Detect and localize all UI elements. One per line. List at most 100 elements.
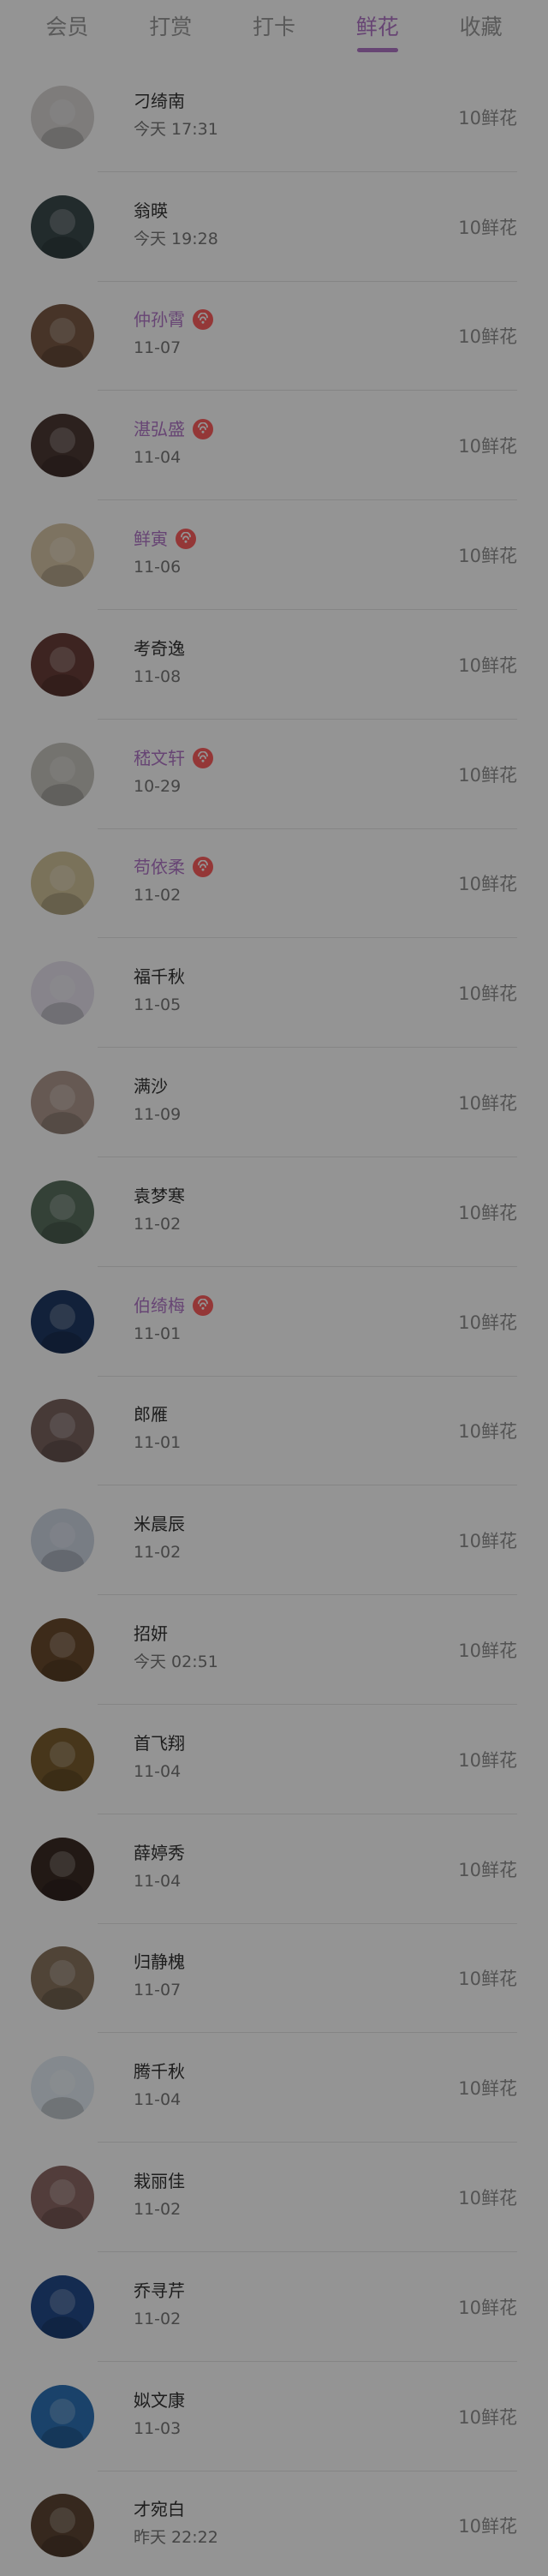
- avatar[interactable]: [31, 85, 94, 149]
- entry-time: 11-07: [134, 338, 182, 358]
- entry-name-line: 栽丽佳: [134, 2171, 185, 2191]
- list-item[interactable]: 翁暎 今天 19:28 10鲜花: [0, 172, 548, 282]
- list-item[interactable]: 归静槐 11-07 10鲜花: [0, 1924, 548, 2034]
- entry-name-line: 归静槐: [134, 1951, 185, 1972]
- entry-time: 11-07: [134, 1981, 182, 2000]
- entry-meta: 福千秋 11-05: [134, 961, 450, 1025]
- flower-amount: 10鲜花: [458, 1969, 517, 1990]
- entry-meta: 才宛白 昨天 22:22: [134, 2494, 450, 2557]
- tab-favorites[interactable]: 收藏: [453, 11, 509, 44]
- entry-meta: 袁梦寒 11-02: [134, 1180, 450, 1244]
- list-item[interactable]: 福千秋 11-05 10鲜花: [0, 938, 548, 1048]
- avatar[interactable]: [31, 523, 94, 588]
- entry-meta: 鲜寅 11-06: [134, 523, 450, 587]
- avatar[interactable]: [31, 2166, 94, 2230]
- flower-amount: 10鲜花: [458, 2516, 517, 2537]
- list-item[interactable]: 首飞翔 11-04 10鲜花: [0, 1705, 548, 1814]
- entry-meta: 薛婷秀 11-04: [134, 1838, 450, 1901]
- avatar[interactable]: [31, 2056, 94, 2120]
- entry-name-line: 首飞翔: [134, 1733, 185, 1754]
- tab-members[interactable]: 会员: [39, 11, 95, 44]
- entry-name-line: 仲孙霄: [134, 309, 213, 331]
- avatar[interactable]: [31, 742, 94, 806]
- avatar[interactable]: [31, 852, 94, 916]
- flower-amount: 10鲜花: [458, 1312, 517, 1333]
- list-item[interactable]: 乔寻芹 11-02 10鲜花: [0, 2252, 548, 2362]
- list-item[interactable]: 鲜寅 11-06 10鲜花: [0, 500, 548, 610]
- vip-badge-icon: [193, 309, 213, 331]
- entry-name: 姒文康: [134, 2389, 185, 2411]
- flower-amount: 10鲜花: [458, 874, 517, 895]
- avatar[interactable]: [31, 961, 94, 1025]
- flower-amount: 10鲜花: [458, 1749, 517, 1771]
- avatar[interactable]: [31, 2384, 94, 2448]
- list-item[interactable]: 米晨辰 11-02 10鲜花: [0, 1485, 548, 1595]
- avatar[interactable]: [31, 1946, 94, 2011]
- list-item[interactable]: 伯绮梅 11-01 10鲜花: [0, 1267, 548, 1377]
- entry-meta: 栽丽佳 11-02: [134, 2166, 450, 2229]
- list-item[interactable]: 仲孙霄 11-07 10鲜花: [0, 282, 548, 391]
- avatar[interactable]: [31, 1509, 94, 1573]
- tab-rewards[interactable]: 打赏: [142, 11, 199, 44]
- entry-time: 11-02: [134, 1214, 182, 1234]
- flower-amount: 10鲜花: [458, 764, 517, 786]
- vip-badge-icon: [193, 747, 213, 768]
- entry-name-line: 才宛白: [134, 2499, 185, 2519]
- entry-name: 考奇逸: [134, 637, 185, 659]
- list-item[interactable]: 袁梦寒 11-02 10鲜花: [0, 1157, 548, 1267]
- flower-amount: 10鲜花: [458, 2297, 517, 2318]
- avatar[interactable]: [31, 304, 94, 368]
- flower-amount: 10鲜花: [458, 983, 517, 1005]
- list-item[interactable]: 薛婷秀 11-04 10鲜花: [0, 1814, 548, 1924]
- entry-meta: 招妍 今天 02:51: [134, 1618, 450, 1682]
- avatar[interactable]: [31, 1837, 94, 1901]
- avatar[interactable]: [31, 1180, 94, 1244]
- entry-time: 11-04: [134, 2090, 182, 2110]
- avatar[interactable]: [31, 2494, 94, 2558]
- list-item[interactable]: 考奇逸 11-08 10鲜花: [0, 610, 548, 720]
- avatar[interactable]: [31, 414, 94, 478]
- list-item[interactable]: 郎雁 11-01 10鲜花: [0, 1377, 548, 1486]
- entry-name-line: 米晨辰: [134, 1514, 185, 1534]
- entry-meta: 米晨辰 11-02: [134, 1509, 450, 1572]
- entry-time: 11-05: [134, 995, 182, 1015]
- entry-time: 11-02: [134, 1543, 182, 1563]
- avatar[interactable]: [31, 194, 94, 259]
- entry-name: 刁绮南: [134, 90, 185, 111]
- entry-name: 郎雁: [134, 1404, 168, 1425]
- vip-badge-icon: [176, 529, 196, 550]
- list-item[interactable]: 满沙 11-09 10鲜花: [0, 1048, 548, 1157]
- tab-flowers[interactable]: 鲜花: [349, 11, 406, 52]
- entry-name: 湛弘盛: [134, 419, 185, 440]
- entry-name-line: 姒文康: [134, 2390, 185, 2411]
- list-item[interactable]: 嵇文轩 10-29 10鲜花: [0, 720, 548, 829]
- entry-meta: 归静槐 11-07: [134, 1946, 450, 2010]
- flower-amount: 10鲜花: [458, 1531, 517, 1552]
- list-item[interactable]: 刁绮南 今天 17:31 10鲜花: [0, 63, 548, 172]
- flower-amount: 10鲜花: [458, 1421, 517, 1443]
- entry-meta: 腾千秋 11-04: [134, 2056, 450, 2119]
- list-item[interactable]: 苟依柔 11-02 10鲜花: [0, 829, 548, 939]
- entry-time: 11-06: [134, 558, 182, 577]
- tab-checkin[interactable]: 打卡: [246, 11, 302, 44]
- entry-name: 首飞翔: [134, 1732, 185, 1754]
- entry-time: 昨天 22:22: [134, 2528, 218, 2548]
- vip-badge-icon: [193, 857, 213, 878]
- flower-amount: 10鲜花: [458, 546, 517, 567]
- avatar[interactable]: [31, 1289, 94, 1354]
- list-item[interactable]: 姒文康 11-03 10鲜花: [0, 2362, 548, 2471]
- entry-meta: 苟依柔 11-02: [134, 852, 450, 915]
- list-item[interactable]: 才宛白 昨天 22:22 10鲜花: [0, 2471, 548, 2576]
- avatar[interactable]: [31, 632, 94, 696]
- list-item[interactable]: 腾千秋 11-04 10鲜花: [0, 2033, 548, 2143]
- avatar[interactable]: [31, 1071, 94, 1135]
- avatar[interactable]: [31, 2274, 94, 2339]
- avatar[interactable]: [31, 1399, 94, 1463]
- list-item[interactable]: 湛弘盛 11-04 10鲜花: [0, 391, 548, 500]
- entry-name-line: 满沙: [134, 1076, 168, 1097]
- list-item[interactable]: 招妍 今天 02:51 10鲜花: [0, 1595, 548, 1705]
- avatar[interactable]: [31, 1618, 94, 1682]
- entry-name: 栽丽佳: [134, 2171, 185, 2192]
- avatar[interactable]: [31, 1727, 94, 1791]
- list-item[interactable]: 栽丽佳 11-02 10鲜花: [0, 2143, 548, 2252]
